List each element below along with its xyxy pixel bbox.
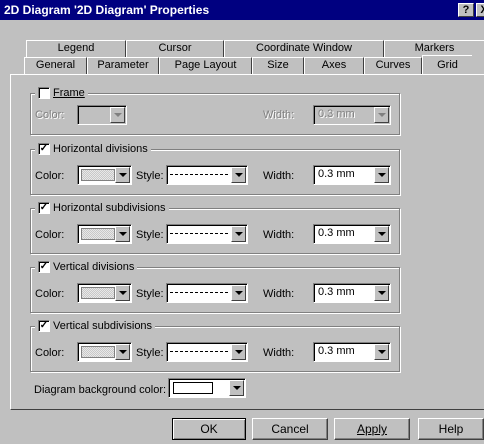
chevron-down-icon[interactable] xyxy=(229,380,244,396)
chevron-down-icon[interactable] xyxy=(231,226,246,242)
tab-grid[interactable]: Grid xyxy=(422,55,472,74)
frame-label: Frame xyxy=(53,87,85,99)
dash-style-preview xyxy=(170,351,228,352)
help-button[interactable]: Help xyxy=(418,418,484,440)
background-color-label: Diagram background color: xyxy=(34,384,167,396)
chevron-down-icon[interactable] xyxy=(115,226,130,242)
help-question-button[interactable]: ? xyxy=(458,3,474,17)
width-label: Width: xyxy=(263,229,295,241)
frame-width-label: Width: xyxy=(263,109,295,121)
chevron-down-icon[interactable] xyxy=(231,285,246,301)
vertical-subdivisions-group: ✓ Vertical subdivisions Color: Style: Wi… xyxy=(30,319,400,372)
chevron-down-icon[interactable] xyxy=(231,344,246,360)
horizontal-subdivisions-legend: ✓ Horizontal subdivisions xyxy=(35,201,169,215)
horizontal-subdivisions-style-combo[interactable] xyxy=(166,224,248,244)
color-label: Color: xyxy=(35,229,65,241)
dash-style-preview xyxy=(170,233,228,234)
tab-page-layout[interactable]: Page Layout xyxy=(159,57,252,74)
width-value: 0.3 mm xyxy=(318,345,355,357)
vertical-divisions-checkbox[interactable]: ✓ xyxy=(38,261,50,273)
apply-button[interactable]: Apply xyxy=(334,418,410,440)
dash-style-preview xyxy=(170,174,228,175)
dash-style-preview xyxy=(170,292,228,293)
style-label: Style: xyxy=(136,170,164,182)
horizontal-subdivisions-group: ✓ Horizontal subdivisions Color: Style: … xyxy=(30,201,400,254)
horizontal-divisions-label: Horizontal divisions xyxy=(53,143,148,155)
vertical-subdivisions-legend: ✓ Vertical subdivisions xyxy=(35,319,156,333)
vertical-subdivisions-color-combo[interactable] xyxy=(77,342,132,362)
horizontal-divisions-color-combo[interactable] xyxy=(77,165,132,185)
color-label: Color: xyxy=(35,170,65,182)
chevron-down-icon[interactable] xyxy=(374,107,389,123)
style-label: Style: xyxy=(136,229,164,241)
color-label: Color: xyxy=(35,288,65,300)
tab-row-front: General Parameter Page Layout Size Axes … xyxy=(24,55,472,74)
color-swatch xyxy=(81,228,115,240)
tab-row-back: Legend Cursor Coordinate Window Markers xyxy=(26,40,484,57)
horizontal-divisions-legend: ✓ Horizontal divisions xyxy=(35,142,151,156)
chevron-down-icon[interactable] xyxy=(374,344,389,360)
chevron-down-icon[interactable] xyxy=(374,285,389,301)
frame-width-combo[interactable]: 0.3 mm xyxy=(313,105,391,125)
color-swatch xyxy=(81,287,115,299)
ok-button[interactable]: OK xyxy=(172,418,246,440)
horizontal-subdivisions-checkbox[interactable]: ✓ xyxy=(38,202,50,214)
horizontal-subdivisions-color-combo[interactable] xyxy=(77,224,132,244)
tab-legend[interactable]: Legend xyxy=(26,40,126,57)
chevron-down-icon[interactable] xyxy=(115,167,130,183)
tab-axes[interactable]: Axes xyxy=(304,57,364,74)
vertical-divisions-label: Vertical divisions xyxy=(53,261,135,273)
horizontal-divisions-style-combo[interactable] xyxy=(166,165,248,185)
horizontal-divisions-width-combo[interactable]: 0.3 mm xyxy=(313,165,391,185)
cancel-button[interactable]: Cancel xyxy=(252,418,328,440)
vertical-divisions-color-combo[interactable] xyxy=(77,283,132,303)
chevron-down-icon[interactable] xyxy=(115,344,130,360)
vertical-subdivisions-label: Vertical subdivisions xyxy=(53,320,153,332)
vertical-subdivisions-style-combo[interactable] xyxy=(166,342,248,362)
frame-width-value: 0.3 mm xyxy=(318,108,355,120)
tab-general[interactable]: General xyxy=(24,57,87,74)
vertical-divisions-width-combo[interactable]: 0.3 mm xyxy=(313,283,391,303)
vertical-divisions-legend: ✓ Vertical divisions xyxy=(35,260,138,274)
style-label: Style: xyxy=(136,288,164,300)
vertical-subdivisions-checkbox[interactable]: ✓ xyxy=(38,320,50,332)
vertical-divisions-style-combo[interactable] xyxy=(166,283,248,303)
color-swatch xyxy=(81,346,115,358)
horizontal-subdivisions-label: Horizontal subdivisions xyxy=(53,202,166,214)
close-button[interactable]: X xyxy=(476,3,484,17)
horizontal-divisions-checkbox[interactable]: ✓ xyxy=(38,143,50,155)
horizontal-subdivisions-width-combo[interactable]: 0.3 mm xyxy=(313,224,391,244)
tab-parameter[interactable]: Parameter xyxy=(87,57,159,74)
chevron-down-icon[interactable] xyxy=(115,285,130,301)
chevron-down-icon[interactable] xyxy=(231,167,246,183)
width-label: Width: xyxy=(263,288,295,300)
window-title: 2D Diagram '2D Diagram' Properties xyxy=(4,3,210,17)
background-color-swatch xyxy=(173,382,213,394)
color-swatch xyxy=(81,169,115,181)
frame-group: Frame Color: Width: 0.3 mm xyxy=(30,86,400,135)
chevron-down-icon[interactable] xyxy=(374,226,389,242)
style-label: Style: xyxy=(136,347,164,359)
frame-color-combo[interactable] xyxy=(77,105,127,125)
frame-color-label: Color: xyxy=(35,109,65,121)
tab-curves[interactable]: Curves xyxy=(364,57,422,74)
vertical-subdivisions-width-combo[interactable]: 0.3 mm xyxy=(313,342,391,362)
tab-coordinate-window[interactable]: Coordinate Window xyxy=(224,40,384,57)
width-value: 0.3 mm xyxy=(318,286,355,298)
width-value: 0.3 mm xyxy=(318,227,355,239)
width-label: Width: xyxy=(263,347,295,359)
color-label: Color: xyxy=(35,347,65,359)
width-value: 0.3 mm xyxy=(318,168,355,180)
chevron-down-icon[interactable] xyxy=(374,167,389,183)
tab-cursor[interactable]: Cursor xyxy=(126,40,224,57)
tab-size[interactable]: Size xyxy=(252,57,304,74)
frame-legend: Frame xyxy=(35,86,88,100)
width-label: Width: xyxy=(263,170,295,182)
chevron-down-icon[interactable] xyxy=(110,107,125,123)
vertical-divisions-group: ✓ Vertical divisions Color: Style: Width… xyxy=(30,260,400,313)
title-bar: 2D Diagram '2D Diagram' Properties ? X xyxy=(0,0,484,20)
frame-checkbox[interactable] xyxy=(38,87,50,99)
background-color-combo[interactable] xyxy=(168,378,246,398)
horizontal-divisions-group: ✓ Horizontal divisions Color: Style: Wid… xyxy=(30,142,400,195)
